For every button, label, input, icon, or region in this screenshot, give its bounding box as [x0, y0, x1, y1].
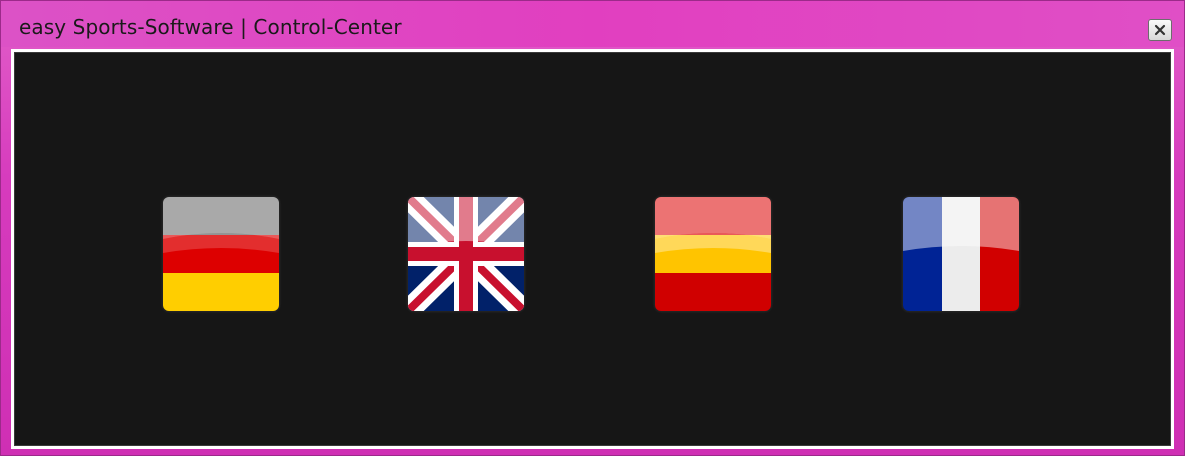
language-panel	[14, 52, 1171, 446]
title-bar[interactable]: easy Sports-Software | Control-Center	[1, 1, 1184, 47]
german-flag-icon	[163, 197, 279, 311]
content-frame	[11, 49, 1174, 449]
language-button-german[interactable]	[163, 197, 279, 311]
window-title: easy Sports-Software | Control-Center	[19, 15, 402, 39]
language-button-french[interactable]	[903, 197, 1019, 311]
close-icon	[1154, 24, 1166, 36]
language-button-spanish[interactable]	[655, 197, 771, 311]
france-flag-icon	[903, 197, 1019, 311]
language-button-english[interactable]	[408, 197, 524, 311]
spain-flag-icon	[655, 197, 771, 311]
uk-flag-icon	[408, 197, 524, 311]
app-window: easy Sports-Software | Control-Center	[0, 0, 1185, 456]
close-button[interactable]	[1148, 19, 1172, 41]
